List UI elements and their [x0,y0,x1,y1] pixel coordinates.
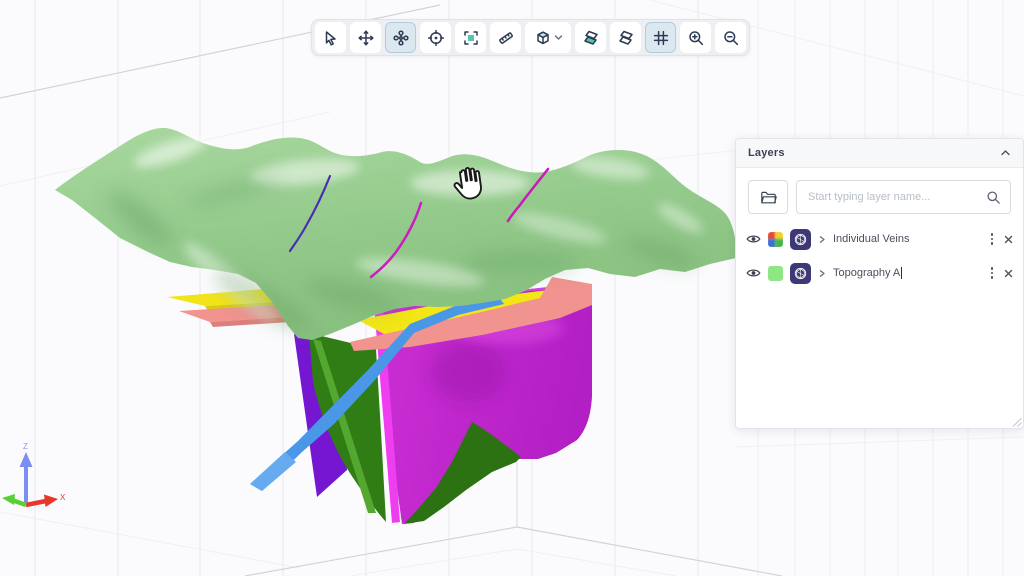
cursor-arrow-icon [322,29,340,47]
slicer-outline-tool-button[interactable] [610,22,641,53]
orbit-tool-button[interactable] [385,22,416,53]
visibility-eye-icon[interactable] [746,233,761,245]
text-caret [901,267,902,279]
view-orientation-button[interactable] [525,22,571,53]
zoom-out-icon [722,29,740,47]
expand-layer-chevron[interactable] [818,269,826,278]
mesh-type-icon [790,229,811,250]
layers-search-row [736,168,1023,222]
view-cube-icon [534,29,552,47]
zoom-out-button[interactable] [715,22,746,53]
marquee-zoom-icon [462,29,480,47]
axis-x-label: X [60,493,66,502]
layer-menu-kebab-icon[interactable] [987,265,998,281]
zoom-in-button[interactable] [680,22,711,53]
ruler-icon [497,29,515,47]
layer-row-individual-veins[interactable]: Individual Veins [736,222,1023,256]
slice-planes-filled-icon [582,29,600,47]
layer-search-input[interactable] [806,190,986,204]
viewer-toolbar [311,19,750,56]
chevron-down-icon [554,33,563,42]
zoom-in-icon [687,29,705,47]
open-folder-button[interactable] [748,180,788,214]
layers-panel: Layers [735,138,1024,429]
layer-color-swatch-multicolor[interactable] [768,232,783,247]
visibility-eye-icon[interactable] [746,267,761,279]
layer-label[interactable]: Individual Veins [833,233,980,245]
collapse-panel-button[interactable] [1000,149,1011,157]
expand-layer-chevron[interactable] [818,235,826,244]
zoom-to-area-tool-button[interactable] [455,22,486,53]
close-icon [1004,235,1013,244]
close-icon [1004,269,1013,278]
slice-planes-outline-icon [617,29,635,47]
orbit-rotate-icon [392,29,410,47]
panel-resize-handle[interactable] [1011,416,1022,427]
axis-z-label: Z [23,442,28,451]
topography-surface[interactable] [55,128,736,341]
measure-tool-button[interactable] [490,22,521,53]
folder-icon [760,190,777,205]
remove-layer-button[interactable] [1004,235,1013,244]
select-tool-button[interactable] [315,22,346,53]
mesh-type-icon [790,263,811,284]
move-icon [357,29,375,47]
viewport-3d[interactable]: Z X [0,0,1024,576]
search-icon [986,190,1001,205]
layer-search-box[interactable] [796,180,1011,214]
layer-row-topography[interactable]: Topography A [736,256,1023,290]
layers-panel-title: Layers [748,147,785,159]
grid-icon [652,29,670,47]
look-around-tool-button[interactable] [420,22,451,53]
chevron-up-icon [1000,149,1011,157]
layer-color-swatch-green[interactable] [768,266,783,281]
slice-tool-button[interactable] [575,22,606,53]
remove-layer-button[interactable] [1004,269,1013,278]
layers-panel-header[interactable]: Layers [736,139,1023,168]
layer-menu-kebab-icon[interactable] [987,231,998,247]
layer-name-edit-field[interactable]: Topography A [833,267,980,279]
target-icon [427,29,445,47]
grid-tool-button[interactable] [645,22,676,53]
pan-tool-button[interactable] [350,22,381,53]
axis-gizmo: Z X [2,442,66,507]
